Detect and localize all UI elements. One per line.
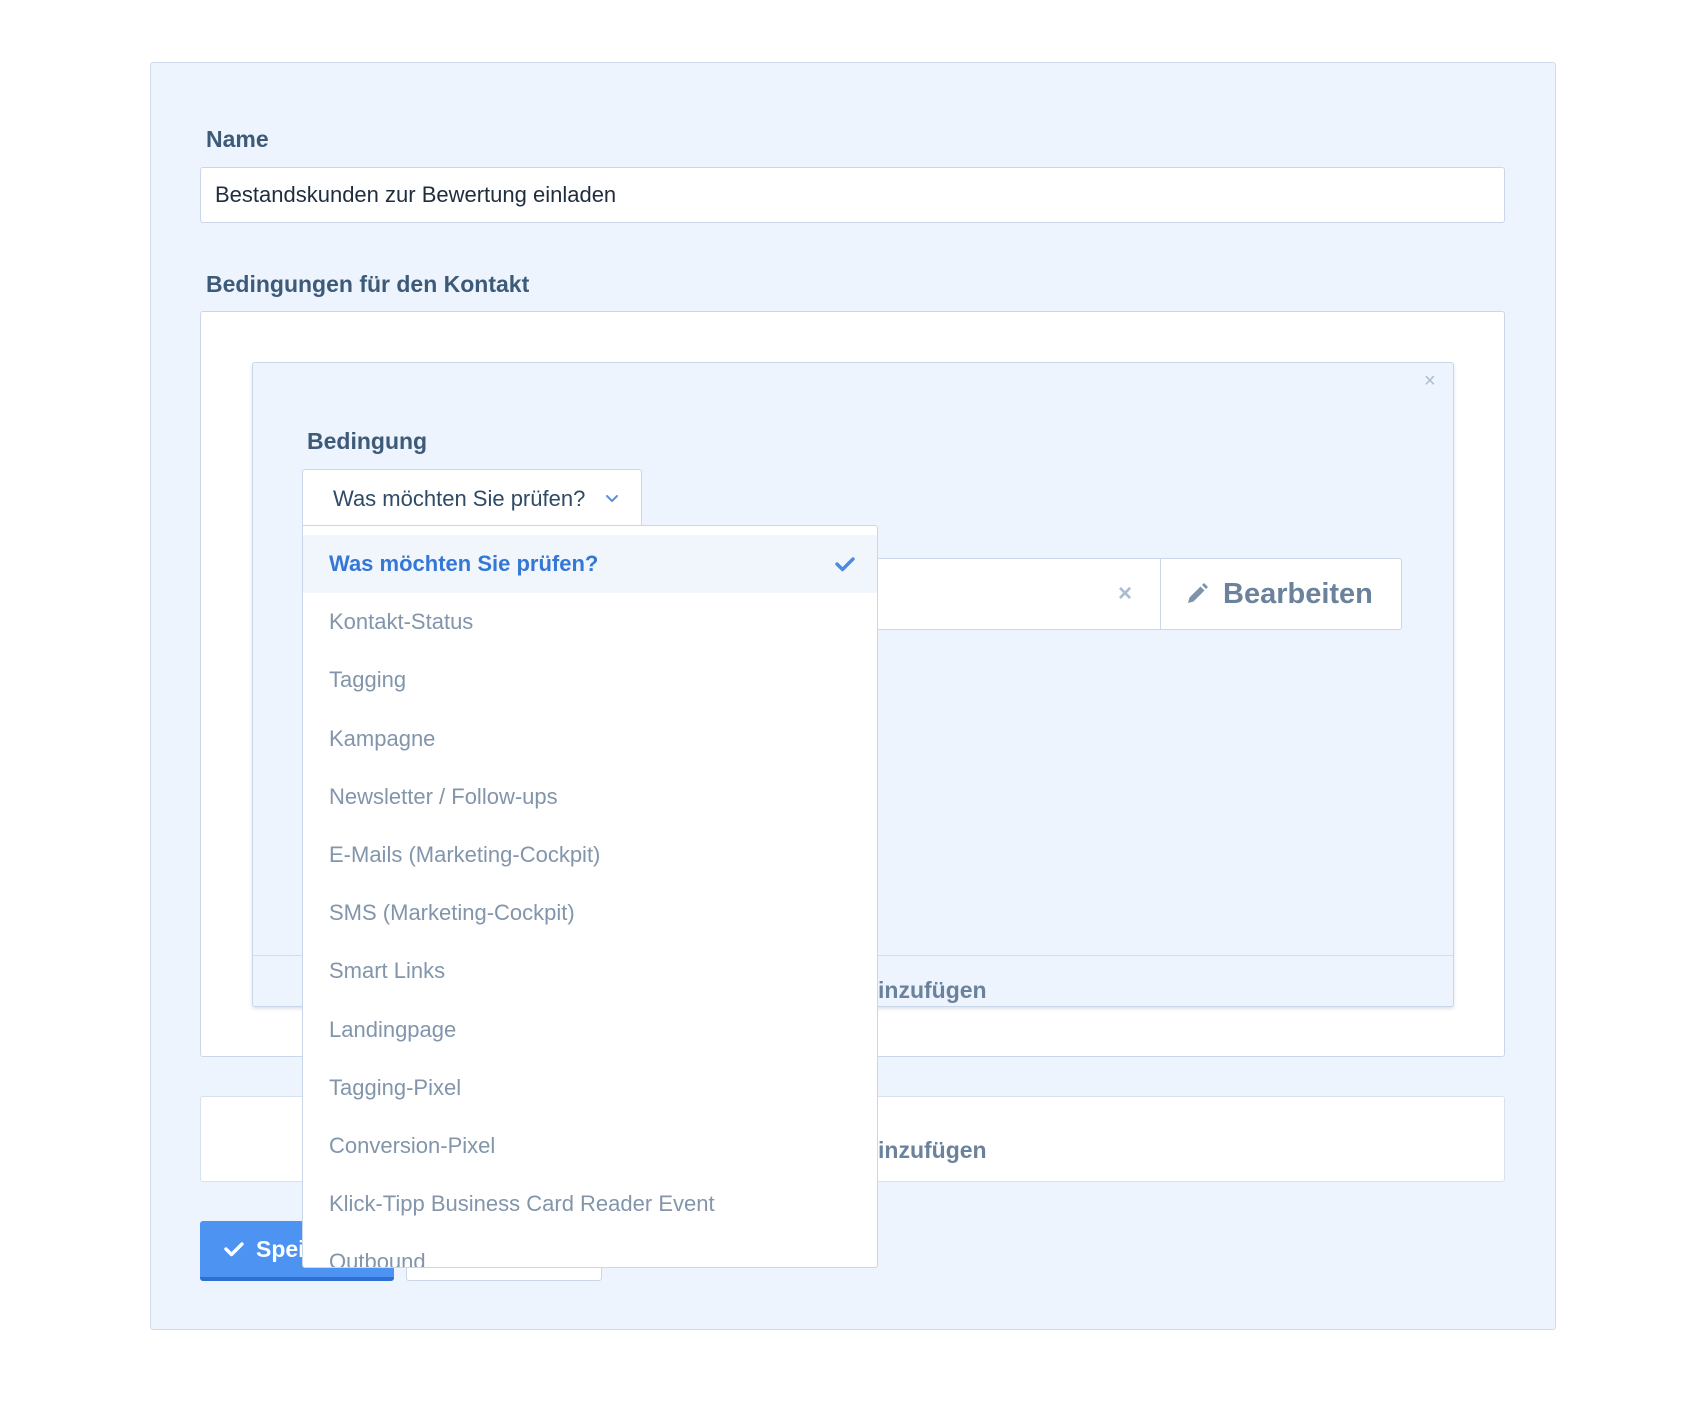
clear-icon[interactable]: × xyxy=(1118,580,1132,608)
add-condition-link[interactable]: inzufügen xyxy=(878,977,987,1004)
dropdown-option-label: E-Mails (Marketing-Cockpit) xyxy=(329,842,601,868)
condition-dropdown: Was möchten Sie prüfen? Kontakt-Status T… xyxy=(302,525,878,1268)
dropdown-option[interactable]: Conversion-Pixel xyxy=(303,1117,877,1175)
dropdown-option-label: Landingpage xyxy=(329,1016,457,1042)
save-button-label: Spei xyxy=(256,1235,305,1262)
chevron-down-icon xyxy=(606,494,619,502)
name-input[interactable]: Bestandskunden zur Bewertung einladen xyxy=(200,167,1505,223)
dropdown-option[interactable]: Smart Links xyxy=(303,942,877,1000)
dropdown-option[interactable]: E-Mails (Marketing-Cockpit) xyxy=(303,826,877,884)
dropdown-option-label: Conversion-Pixel xyxy=(329,1132,496,1158)
edit-button-label: Bearbeiten xyxy=(1223,577,1373,610)
dropdown-option[interactable]: Tagging xyxy=(303,651,877,709)
condition-select-value: Was möchten Sie prüfen? xyxy=(333,485,586,511)
conditions-label: Bedingungen für den Kontakt xyxy=(206,271,530,297)
dropdown-option-label: Newsletter / Follow-ups xyxy=(329,783,558,809)
name-label: Name xyxy=(206,126,269,152)
check-icon xyxy=(224,1242,244,1257)
dropdown-option[interactable]: Landingpage xyxy=(303,1001,877,1059)
dropdown-option[interactable]: Kampagne xyxy=(303,710,877,768)
name-input-value: Bestandskunden zur Bewertung einladen xyxy=(215,182,617,207)
dropdown-option[interactable]: Was möchten Sie prüfen? xyxy=(303,535,877,594)
dropdown-option-label: Tagging xyxy=(329,667,407,693)
dropdown-option[interactable]: Kontakt-Status xyxy=(303,593,877,651)
close-icon[interactable]: × xyxy=(1424,370,1436,393)
dropdown-option[interactable]: Klick-Tipp Business Card Reader Event xyxy=(303,1175,877,1233)
dropdown-option-label: SMS (Marketing-Cockpit) xyxy=(329,900,575,926)
dropdown-option-label: Kontakt-Status xyxy=(329,609,474,635)
dropdown-option-label: Kampagne xyxy=(329,725,436,751)
edit-button[interactable]: Bearbeiten xyxy=(1160,558,1402,630)
dropdown-option[interactable]: SMS (Marketing-Cockpit) xyxy=(303,884,877,942)
dropdown-option[interactable]: Tagging-Pixel xyxy=(303,1059,877,1117)
pencil-icon xyxy=(1188,583,1208,603)
add-group-link[interactable]: inzufügen xyxy=(878,1137,987,1164)
dropdown-option-label: Tagging-Pixel xyxy=(329,1074,462,1100)
check-icon xyxy=(835,557,855,572)
dropdown-option[interactable]: Outbound xyxy=(303,1233,877,1268)
dropdown-option-label: Klick-Tipp Business Card Reader Event xyxy=(329,1191,715,1217)
dropdown-option-label: Was möchten Sie prüfen? xyxy=(329,551,599,577)
dropdown-option[interactable]: Newsletter / Follow-ups xyxy=(303,768,877,826)
dropdown-option-label: Outbound xyxy=(329,1249,426,1268)
dropdown-options: Was möchten Sie prüfen? Kontakt-Status T… xyxy=(303,526,877,1268)
condition-select[interactable]: Was möchten Sie prüfen? xyxy=(302,469,642,527)
condition-label: Bedingung xyxy=(307,428,428,454)
dropdown-option-label: Smart Links xyxy=(329,958,446,984)
